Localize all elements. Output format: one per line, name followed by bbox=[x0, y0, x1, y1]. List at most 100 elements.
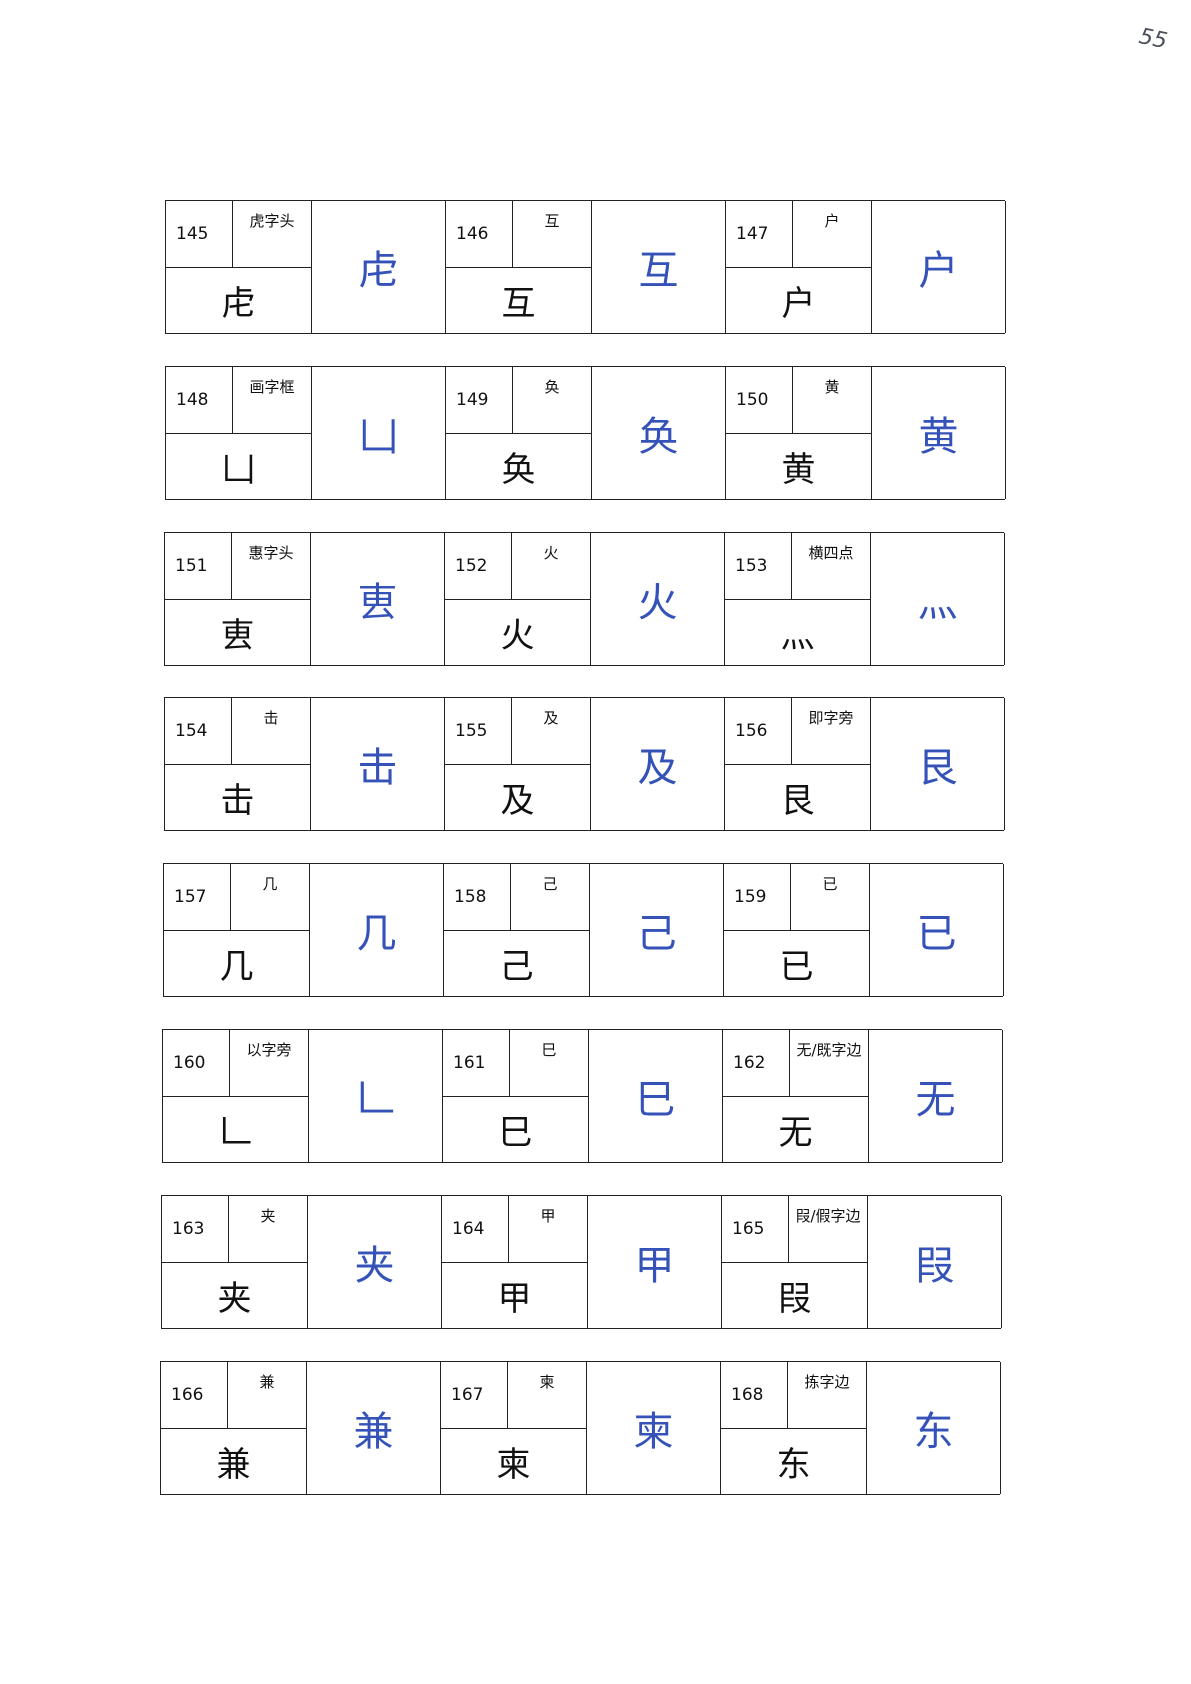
entry-print-area: 157 几几 bbox=[164, 864, 310, 996]
entry-print-area: 167 柬柬 bbox=[441, 1362, 587, 1494]
radical-entry: 164 甲甲甲 bbox=[442, 1196, 722, 1328]
radical-entry: 147 户户户 bbox=[726, 201, 1006, 333]
printed-glyph: 巳 bbox=[498, 1113, 533, 1153]
entry-name: 夹 bbox=[260, 1207, 276, 1225]
entry-header: 145 虎字头 bbox=[166, 201, 311, 268]
entry-print-area: 146 互互 bbox=[446, 201, 592, 333]
entry-number: 162 bbox=[723, 1030, 790, 1096]
printed-glyph: 虍 bbox=[221, 284, 256, 324]
entry-header: 168 拣字边 bbox=[721, 1362, 866, 1429]
entry-print-area: 160 以字旁 𠃊 bbox=[163, 1030, 309, 1162]
entry-number: 168 bbox=[721, 1362, 788, 1428]
entry-print-area: 150 黄黄 bbox=[726, 367, 872, 499]
handwritten-glyph: 击 bbox=[311, 698, 445, 830]
handwritten-glyph: 兼 bbox=[307, 1362, 441, 1494]
entry-header: 158 己 bbox=[444, 864, 589, 931]
entry-header: 156 即字旁 bbox=[725, 698, 870, 765]
entry-number: 160 bbox=[163, 1030, 230, 1096]
radical-entry: 162 无/既字边无无 bbox=[723, 1030, 1003, 1162]
handwritten-glyph: 叚 bbox=[868, 1196, 1002, 1328]
radical-entry: 157 几几几 bbox=[164, 864, 444, 996]
entry-name: 甲 bbox=[540, 1207, 556, 1225]
entry-name: 画字框 bbox=[249, 378, 295, 396]
entry-name: 以字旁 bbox=[246, 1041, 292, 1059]
entry-print-area: 162 无/既字边无 bbox=[723, 1030, 869, 1162]
radical-entry: 149 奂奂 奂 bbox=[446, 367, 726, 499]
printed-glyph: 及 bbox=[500, 781, 535, 821]
entry-name: 几 bbox=[262, 875, 278, 893]
handwritten-glyph: 己 bbox=[590, 864, 724, 996]
printed-glyph: 灬 bbox=[780, 616, 815, 656]
printed-glyph: 火 bbox=[500, 616, 535, 656]
entry-print-area: 166 兼兼 bbox=[161, 1362, 307, 1494]
printed-glyph: 东 bbox=[776, 1445, 811, 1485]
printed-glyph: 击 bbox=[220, 781, 255, 821]
entry-name: 横四点 bbox=[808, 544, 854, 562]
entry-header: 163 夹 bbox=[162, 1196, 307, 1263]
entry-name: 火 bbox=[543, 544, 559, 562]
handwritten-glyph: 柬 bbox=[587, 1362, 721, 1494]
entry-name: 即字旁 bbox=[808, 709, 854, 727]
entry-print-area: 159 已已 bbox=[724, 864, 870, 996]
handwritten-glyph: 艮 bbox=[871, 698, 1005, 830]
handwritten-glyph: 互 bbox=[592, 201, 726, 333]
printed-glyph: 已 bbox=[779, 947, 814, 987]
entry-print-area: 151 惠字头叀 bbox=[165, 533, 311, 665]
printed-glyph: 艮 bbox=[780, 781, 815, 821]
radical-entry: 152 火火火 bbox=[445, 533, 725, 665]
entry-header: 167 柬 bbox=[441, 1362, 586, 1429]
printed-glyph: 夹 bbox=[217, 1279, 252, 1319]
printed-glyph: 凵 bbox=[221, 450, 256, 490]
handwritten-glyph: 黄 bbox=[872, 367, 1006, 499]
radical-entry: 163 夹夹夹 bbox=[162, 1196, 442, 1328]
entry-header: 149 奂 bbox=[446, 367, 591, 434]
entry-name: 互 bbox=[544, 212, 560, 230]
table-row: 157 几几几 158 己己己 159 已已已 bbox=[163, 863, 1004, 997]
entry-number: 157 bbox=[164, 864, 231, 930]
entry-number: 146 bbox=[446, 201, 513, 267]
entry-print-area: 155 及及 bbox=[445, 698, 591, 830]
entry-number: 151 bbox=[165, 533, 232, 599]
entry-number: 156 bbox=[725, 698, 792, 764]
entry-name: 巳 bbox=[541, 1041, 557, 1059]
entry-number: 166 bbox=[161, 1362, 228, 1428]
entry-header: 152 火 bbox=[445, 533, 590, 600]
entry-header: 162 无/既字边 bbox=[723, 1030, 868, 1097]
handwritten-glyph: 虍 bbox=[312, 201, 446, 333]
entry-name: 惠字头 bbox=[248, 544, 294, 562]
radical-entry: 151 惠字头叀叀 bbox=[165, 533, 445, 665]
entry-number: 145 bbox=[166, 201, 233, 267]
handwritten-glyph: 灬 bbox=[871, 533, 1005, 665]
entry-header: 160 以字旁 bbox=[163, 1030, 308, 1097]
entry-number: 159 bbox=[724, 864, 791, 930]
entry-print-area: 165 叚/假字边叚 bbox=[722, 1196, 868, 1328]
entry-name: 奂 bbox=[544, 378, 560, 396]
entry-name: 无/既字边 bbox=[796, 1041, 862, 1059]
table-row: 148 画字框凵凵 149 奂奂奂 150 黄黄黄 bbox=[165, 366, 1006, 500]
printed-glyph: 互 bbox=[501, 284, 536, 324]
entry-number: 161 bbox=[443, 1030, 510, 1096]
entry-name: 户 bbox=[824, 212, 840, 230]
entry-header: 165 叚/假字边 bbox=[722, 1196, 867, 1263]
handwritten-glyph: 巳 bbox=[589, 1030, 723, 1162]
printed-glyph: 柬 bbox=[496, 1445, 531, 1485]
radical-entry: 154 击击击 bbox=[165, 698, 445, 830]
printed-glyph: 兼 bbox=[216, 1445, 251, 1485]
radical-entry: 153 横四点灬灬 bbox=[725, 533, 1005, 665]
table-row: 160 以字旁 𠃊 𠃊 161 巳巳巳 162 无/既字边无无 bbox=[162, 1029, 1003, 1163]
handwritten-glyph: 甲 bbox=[588, 1196, 722, 1328]
entry-print-area: 153 横四点灬 bbox=[725, 533, 871, 665]
printed-glyph: 叀 bbox=[220, 616, 255, 656]
entry-print-area: 148 画字框凵 bbox=[166, 367, 312, 499]
radical-entry: 150 黄黄黄 bbox=[726, 367, 1006, 499]
table-row: 151 惠字头叀叀 152 火火火 153 横四点灬灬 bbox=[164, 532, 1005, 666]
entry-header: 146 互 bbox=[446, 201, 591, 268]
entry-print-area: 147 户户 bbox=[726, 201, 872, 333]
entry-number: 158 bbox=[444, 864, 511, 930]
entry-number: 155 bbox=[445, 698, 512, 764]
handwritten-glyph: 奂 bbox=[592, 367, 726, 499]
entry-header: 147 户 bbox=[726, 201, 871, 268]
radical-entry: 155 及及及 bbox=[445, 698, 725, 830]
entry-header: 154 击 bbox=[165, 698, 310, 765]
entry-print-area: 168 拣字边东 bbox=[721, 1362, 867, 1494]
